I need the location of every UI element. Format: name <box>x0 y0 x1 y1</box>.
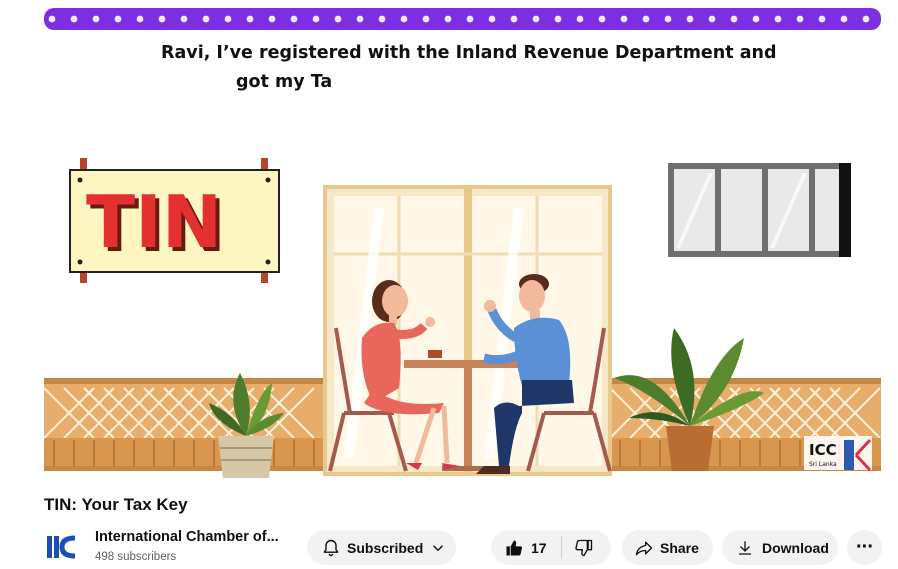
channel-name[interactable]: International Chamber of... <box>95 529 279 545</box>
like-button[interactable]: 17 <box>491 530 547 565</box>
tin-sign: TIN TIN <box>69 158 280 283</box>
icc-watermark: ICC Sri Lanka <box>804 436 872 472</box>
subscribed-label: Subscribed <box>347 539 424 556</box>
video-title: TIN: Your Tax Key <box>44 495 188 514</box>
svg-text:Sri Lanka: Sri Lanka <box>809 461 837 468</box>
bell-icon <box>321 538 341 558</box>
video-player[interactable]: TIN TIN ICC Sri Lanka Ravi, I’ve registe… <box>44 8 881 479</box>
download-label: Download <box>762 539 829 556</box>
like-divider <box>560 536 562 559</box>
share-label: Share <box>660 539 699 556</box>
thumbs-down-icon[interactable] <box>574 538 594 558</box>
share-icon <box>634 538 654 558</box>
download-button[interactable]: Download <box>722 530 838 565</box>
channel-avatar[interactable] <box>44 530 78 564</box>
wall-window <box>668 163 851 257</box>
share-button[interactable]: Share <box>622 530 713 565</box>
chevron-down-icon <box>429 539 447 557</box>
download-icon <box>736 539 754 557</box>
fence-left <box>44 378 324 471</box>
video-frame-illustration: TIN TIN ICC Sri Lanka <box>44 8 881 478</box>
thumbs-up-icon <box>504 538 524 558</box>
like-count: 17 <box>531 539 547 556</box>
caption-line-1: Ravi, I’ve registered with the Inland Re… <box>161 43 777 63</box>
more-icon: ··· <box>856 536 874 558</box>
like-dislike-group: 17 <box>491 530 611 565</box>
subscriber-count: 498 subscribers <box>95 551 177 563</box>
caption-line-2: got my Ta <box>236 72 333 92</box>
svg-text:ICC: ICC <box>809 441 837 459</box>
more-actions-button[interactable]: ··· <box>847 530 882 565</box>
subscribed-button[interactable]: Subscribed <box>307 530 456 565</box>
tin-sign-text: TIN <box>86 180 222 264</box>
